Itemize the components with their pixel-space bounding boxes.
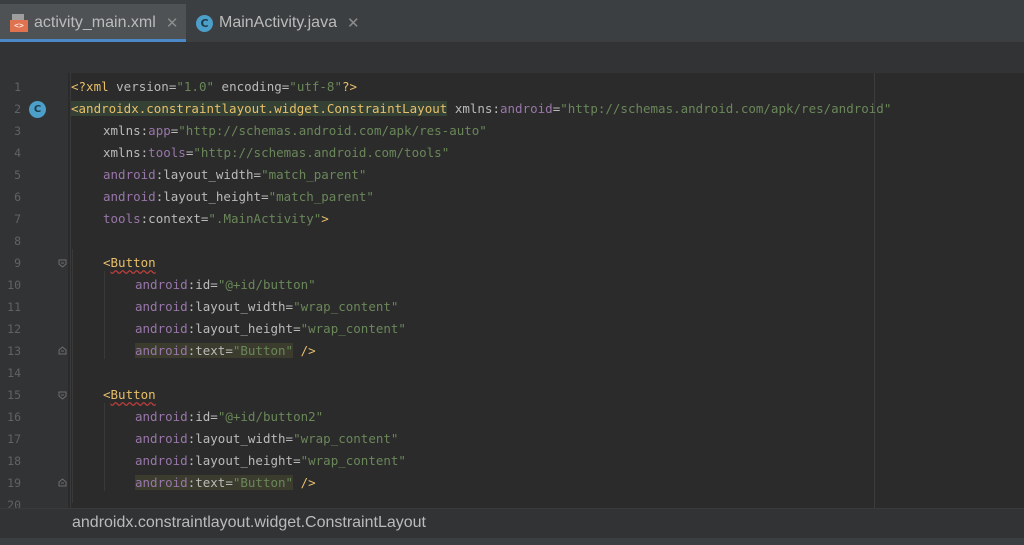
- tab-label: MainActivity.java: [219, 14, 337, 31]
- code-line: 9 <Button: [0, 252, 1024, 274]
- code-text: <Button: [103, 387, 156, 402]
- code-text: android:text="Button" />: [135, 475, 316, 490]
- code-line: 11 android:layout_width="wrap_content": [0, 296, 1024, 318]
- code-line: 3 xmlns:app="http://schemas.android.com/…: [0, 120, 1024, 142]
- code-text: android:layout_height="wrap_content": [135, 453, 406, 468]
- editor-tab-bar: <> activity_main.xml ✕ C MainActivity.ja…: [0, 4, 1024, 43]
- code-line: 2 C <androidx.constraintlayout.widget.Co…: [0, 98, 1024, 120]
- code-line: 10 android:id="@+id/button": [0, 274, 1024, 296]
- breadcrumb-bar: androidx.constraintlayout.widget.Constra…: [0, 508, 1024, 539]
- code-text: android:layout_width="match_parent": [103, 167, 367, 182]
- line-number: 14: [7, 366, 21, 380]
- line-number: 8: [14, 234, 21, 248]
- code-line: 19 android:text="Button" />: [0, 472, 1024, 494]
- code-line: 13 android:text="Button" />: [0, 340, 1024, 362]
- code-text: android:layout_width="wrap_content": [135, 299, 399, 314]
- line-number: 7: [14, 212, 21, 226]
- line-number: 11: [7, 300, 21, 314]
- tab-mainactivity-java[interactable]: C MainActivity.java ✕: [188, 4, 378, 42]
- code-line: 18 android:layout_height="wrap_content": [0, 450, 1024, 472]
- tab-activity-main-xml[interactable]: <> activity_main.xml ✕: [0, 4, 186, 42]
- editor-header-strip: [0, 43, 1024, 73]
- code-line: 20: [0, 494, 1024, 508]
- tab-label: activity_main.xml: [34, 14, 156, 31]
- code-line: 6 android:layout_height="match_parent": [0, 186, 1024, 208]
- code-line: 8: [0, 230, 1024, 252]
- code-text: tools:context=".MainActivity">: [103, 211, 329, 226]
- bottom-edge: [0, 538, 1024, 545]
- fold-close-icon[interactable]: [58, 478, 67, 487]
- line-number: 15: [7, 388, 21, 402]
- code-text: android:id="@+id/button2": [135, 409, 324, 424]
- line-number: 20: [7, 498, 21, 508]
- line-number: 6: [14, 190, 21, 204]
- code-text: android:layout_height="wrap_content": [135, 321, 406, 336]
- code-text: <androidx.constraintlayout.widget.Constr…: [71, 101, 892, 116]
- line-number: 5: [14, 168, 21, 182]
- active-tab-indicator: [0, 39, 186, 42]
- close-icon[interactable]: ✕: [166, 14, 179, 32]
- line-number: 17: [7, 432, 21, 446]
- close-icon[interactable]: ✕: [347, 14, 360, 32]
- line-number: 12: [7, 322, 21, 336]
- breadcrumb[interactable]: androidx.constraintlayout.widget.Constra…: [72, 514, 426, 532]
- line-number: 13: [7, 344, 21, 358]
- line-number: 19: [7, 476, 21, 490]
- line-number: 9: [14, 256, 21, 270]
- code-text: <?xml version="1.0" encoding="utf-8"?>: [71, 79, 358, 94]
- code-line: 15 <Button: [0, 384, 1024, 406]
- fold-open-icon[interactable]: [58, 391, 67, 400]
- fold-close-icon[interactable]: [58, 346, 67, 355]
- line-number: 4: [14, 146, 21, 160]
- code-line: 4 xmlns:tools="http://schemas.android.co…: [0, 142, 1024, 164]
- xml-file-icon: <>: [10, 14, 28, 32]
- code-editor[interactable]: 1 <?xml version="1.0" encoding="utf-8"?>…: [0, 73, 1024, 508]
- line-number: 1: [14, 80, 21, 94]
- code-text: <Button: [103, 255, 156, 270]
- code-line: 17 android:layout_width="wrap_content": [0, 428, 1024, 450]
- code-line: 7 tools:context=".MainActivity">: [0, 208, 1024, 230]
- line-number: 18: [7, 454, 21, 468]
- code-text: xmlns:tools="http://schemas.android.com/…: [103, 145, 450, 160]
- class-reference-icon[interactable]: C: [29, 101, 46, 118]
- code-text: android:layout_height="match_parent": [103, 189, 374, 204]
- code-line: 5 android:layout_width="match_parent": [0, 164, 1024, 186]
- code-line: 12 android:layout_height="wrap_content": [0, 318, 1024, 340]
- line-number: 3: [14, 124, 21, 138]
- line-number: 10: [7, 278, 21, 292]
- code-text: android:layout_width="wrap_content": [135, 431, 399, 446]
- code-text: android:id="@+id/button": [135, 277, 316, 292]
- line-number: 2: [14, 102, 21, 116]
- code-text: xmlns:app="http://schemas.android.com/ap…: [103, 123, 487, 138]
- fold-open-icon[interactable]: [58, 259, 67, 268]
- code-line: 16 android:id="@+id/button2": [0, 406, 1024, 428]
- code-line: 1 <?xml version="1.0" encoding="utf-8"?>: [0, 76, 1024, 98]
- java-class-icon: C: [196, 14, 213, 32]
- code-line: 14: [0, 362, 1024, 384]
- line-number: 16: [7, 410, 21, 424]
- code-text: android:text="Button" />: [135, 343, 316, 358]
